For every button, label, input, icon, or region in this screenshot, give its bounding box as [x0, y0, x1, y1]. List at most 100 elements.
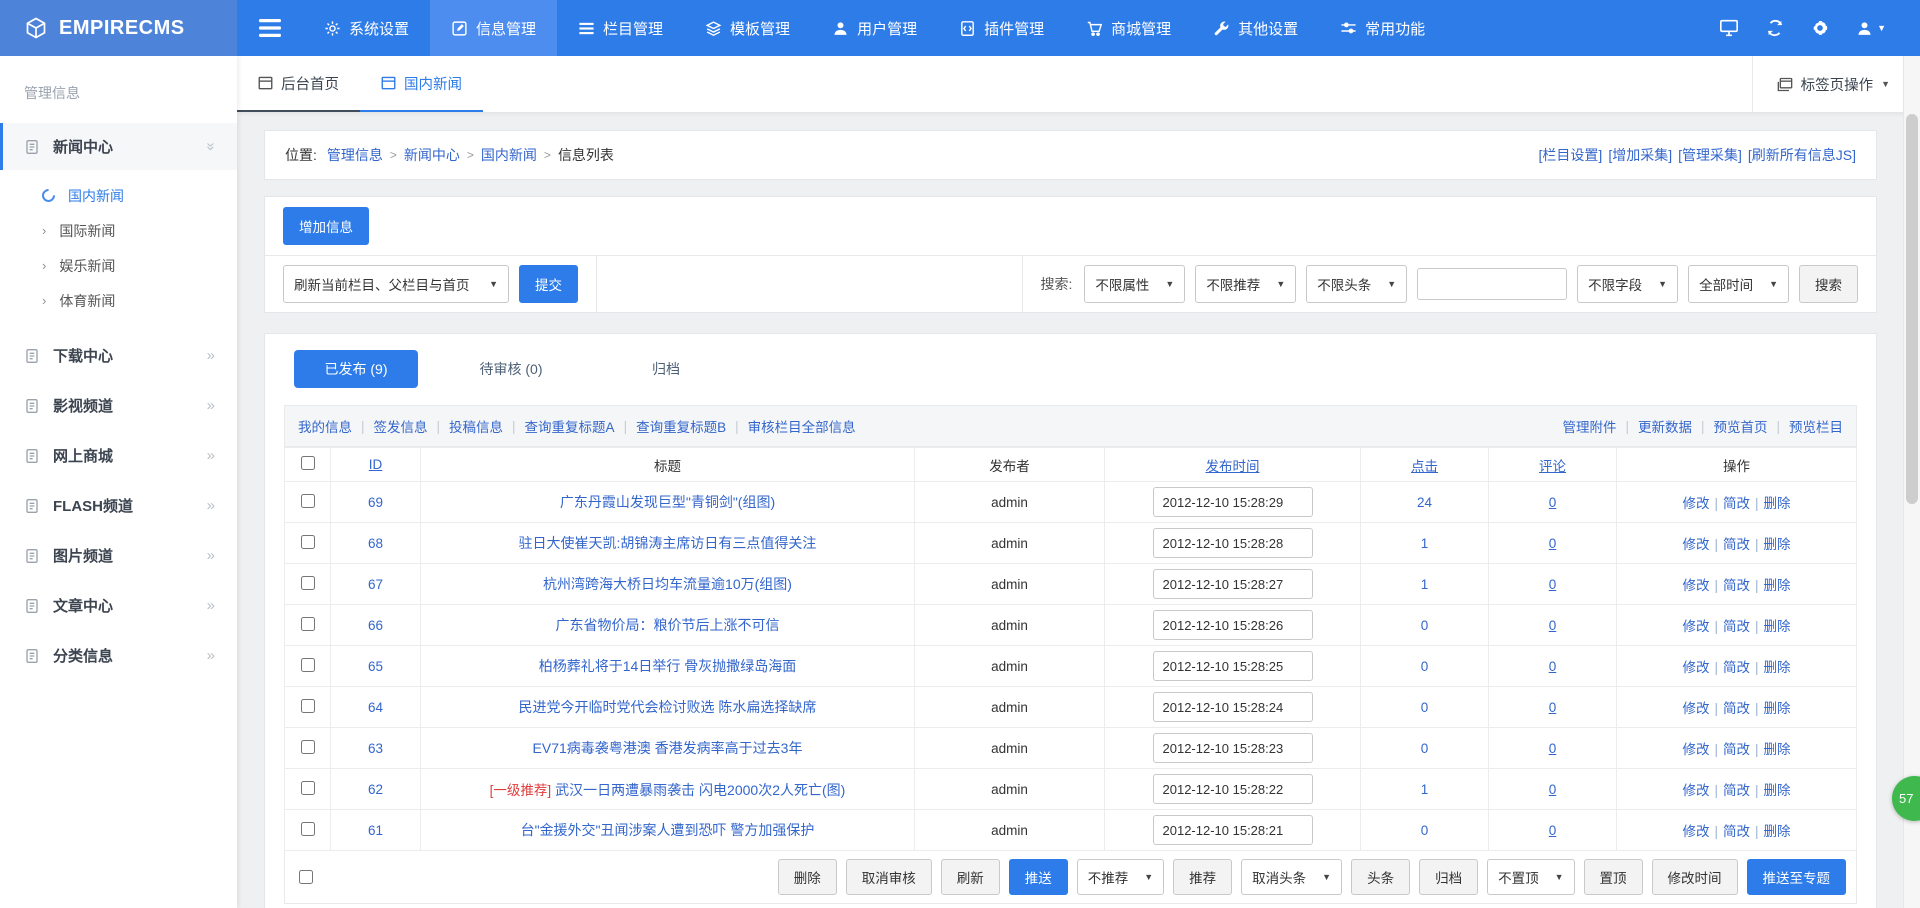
manage-collect-link[interactable]: [管理采集] — [1678, 145, 1742, 165]
header-time-sort[interactable]: 发布时间 — [1206, 459, 1260, 474]
row-edit-link[interactable]: 修改 — [1682, 701, 1709, 716]
sidebar-group-flash-channel[interactable]: FLASH频道 » — [0, 482, 237, 529]
row-delete-link[interactable]: 删除 — [1764, 660, 1791, 675]
tab-domestic-news[interactable]: 国内新闻 — [360, 56, 483, 112]
sidebar-group-classified-info[interactable]: 分类信息 » — [0, 632, 237, 679]
row-time-input[interactable] — [1153, 610, 1313, 640]
add-collect-link[interactable]: [增加采集] — [1608, 145, 1672, 165]
row-title-link[interactable]: 武汉一日两遭暴雨袭击 闪电2000次2人死亡(图) — [555, 782, 845, 798]
row-edit-link[interactable]: 修改 — [1682, 783, 1709, 798]
row-id-link[interactable]: 63 — [368, 741, 383, 756]
nav-item-system-settings[interactable]: 系统设置 — [303, 0, 430, 56]
row-checkbox[interactable] — [301, 740, 315, 754]
row-clicks-link[interactable]: 1 — [1421, 536, 1429, 551]
row-id-link[interactable]: 68 — [368, 536, 383, 551]
row-checkbox[interactable] — [301, 699, 315, 713]
nav-item-common-functions[interactable]: 常用功能 — [1319, 0, 1446, 56]
sidebar-item-entertainment-news[interactable]: › 娱乐新闻 — [0, 248, 237, 283]
row-delete-link[interactable]: 删除 — [1764, 578, 1791, 593]
row-title-link[interactable]: 柏杨葬礼将于14日举行 骨灰抛撒绿岛海面 — [539, 658, 796, 674]
row-edit-link[interactable]: 修改 — [1682, 742, 1709, 757]
nav-item-template-management[interactable]: 模板管理 — [684, 0, 811, 56]
time-filter-select[interactable]: 全部时间 ▼ — [1688, 265, 1789, 303]
row-id-link[interactable]: 67 — [368, 577, 383, 592]
row-time-input[interactable] — [1153, 528, 1313, 558]
search-keyword-input[interactable] — [1417, 268, 1567, 300]
preview-home-link[interactable]: 预览首页 — [1713, 416, 1767, 436]
row-delete-link[interactable]: 删除 — [1764, 742, 1791, 757]
sidebar-group-download-center[interactable]: 下载中心 » — [0, 332, 237, 379]
row-time-input[interactable] — [1153, 487, 1313, 517]
breadcrumb-link[interactable]: 新闻中心 — [404, 145, 460, 165]
monitor-icon[interactable] — [1719, 19, 1739, 37]
recommend-filter-select[interactable]: 不限推荐 ▼ — [1195, 265, 1296, 303]
account-menu[interactable]: ▼ — [1856, 20, 1886, 37]
sidebar-group-video-channel[interactable]: 影视频道 » — [0, 382, 237, 429]
row-checkbox[interactable] — [301, 535, 315, 549]
row-id-link[interactable]: 65 — [368, 659, 383, 674]
header-id-sort[interactable]: ID — [369, 457, 383, 472]
refresh-all-js-link[interactable]: [刷新所有信息JS] — [1748, 145, 1856, 165]
app-logo[interactable]: EMPIRECMS — [0, 0, 237, 56]
row-quickedit-link[interactable]: 简改 — [1723, 783, 1750, 798]
settings-gear-icon[interactable] — [1811, 19, 1829, 37]
nav-item-plugin-management[interactable]: 插件管理 — [938, 0, 1065, 56]
row-quickedit-link[interactable]: 简改 — [1723, 660, 1750, 675]
breadcrumb-link[interactable]: 国内新闻 — [481, 145, 537, 165]
row-edit-link[interactable]: 修改 — [1682, 619, 1709, 634]
batch-untop-select[interactable]: 不置顶 ▼ — [1487, 859, 1574, 895]
contribute-info-link[interactable]: 投稿信息 — [449, 416, 503, 436]
column-settings-link[interactable]: [栏目设置] — [1539, 145, 1603, 165]
batch-cancel-headline-select[interactable]: 取消头条 ▼ — [1241, 859, 1342, 895]
row-title-link[interactable]: 杭州湾跨海大桥日均车流量逾10万(组图) — [543, 576, 792, 592]
row-time-input[interactable] — [1153, 569, 1313, 599]
row-comments-link[interactable]: 0 — [1549, 495, 1557, 510]
review-all-link[interactable]: 审核栏目全部信息 — [748, 416, 856, 436]
row-time-input[interactable] — [1153, 692, 1313, 722]
batch-push-topic-button[interactable]: 推送至专题 — [1747, 859, 1847, 895]
sidebar-group-article-center[interactable]: 文章中心 » — [0, 582, 237, 629]
row-delete-link[interactable]: 删除 — [1764, 496, 1791, 511]
row-id-link[interactable]: 62 — [368, 782, 383, 797]
row-id-link[interactable]: 69 — [368, 495, 383, 510]
row-time-input[interactable] — [1153, 774, 1313, 804]
batch-unrecommend-select[interactable]: 不推荐 ▼ — [1077, 859, 1164, 895]
refresh-scope-select[interactable]: 刷新当前栏目、父栏目与首页 ▼ — [283, 265, 509, 303]
preview-column-link[interactable]: 预览栏目 — [1789, 416, 1843, 436]
nav-item-other-settings[interactable]: 其他设置 — [1192, 0, 1319, 56]
row-checkbox[interactable] — [301, 576, 315, 590]
row-quickedit-link[interactable]: 简改 — [1723, 496, 1750, 511]
sidebar-item-sports-news[interactable]: › 体育新闻 — [0, 283, 237, 318]
row-time-input[interactable] — [1153, 651, 1313, 681]
row-clicks-link[interactable]: 0 — [1421, 659, 1429, 674]
batch-headline-button[interactable]: 头条 — [1351, 859, 1410, 895]
row-id-link[interactable]: 64 — [368, 700, 383, 715]
row-delete-link[interactable]: 删除 — [1764, 537, 1791, 552]
row-edit-link[interactable]: 修改 — [1682, 496, 1709, 511]
add-info-button[interactable]: 增加信息 — [283, 207, 369, 245]
status-tab-published[interactable]: 已发布 (9) — [294, 350, 418, 388]
row-delete-link[interactable]: 删除 — [1764, 701, 1791, 716]
status-tab-pending[interactable]: 待审核 (0) — [449, 350, 573, 388]
batch-recommend-button[interactable]: 推荐 — [1173, 859, 1232, 895]
nav-item-shop-management[interactable]: 商城管理 — [1065, 0, 1192, 56]
row-delete-link[interactable]: 删除 — [1764, 783, 1791, 798]
refresh-icon[interactable] — [1766, 19, 1784, 37]
attr-filter-select[interactable]: 不限属性 ▼ — [1084, 265, 1185, 303]
row-clicks-link[interactable]: 24 — [1417, 495, 1432, 510]
row-clicks-link[interactable]: 1 — [1421, 577, 1429, 592]
batch-top-button[interactable]: 置顶 — [1584, 859, 1643, 895]
submit-button[interactable]: 提交 — [519, 265, 578, 303]
row-time-input[interactable] — [1153, 815, 1313, 845]
batch-archive-button[interactable]: 归档 — [1419, 859, 1478, 895]
sidebar-item-international-news[interactable]: › 国际新闻 — [0, 213, 237, 248]
breadcrumb-link[interactable]: 管理信息 — [327, 145, 383, 165]
row-clicks-link[interactable]: 0 — [1421, 823, 1429, 838]
row-checkbox[interactable] — [301, 781, 315, 795]
my-info-link[interactable]: 我的信息 — [298, 416, 352, 436]
row-time-input[interactable] — [1153, 733, 1313, 763]
manage-attachments-link[interactable]: 管理附件 — [1562, 416, 1616, 436]
row-comments-link[interactable]: 0 — [1549, 700, 1557, 715]
row-title-link[interactable]: 台"金援外交"丑闻涉案人遭到恐吓 警方加强保护 — [521, 822, 815, 838]
search-button[interactable]: 搜索 — [1799, 265, 1858, 303]
